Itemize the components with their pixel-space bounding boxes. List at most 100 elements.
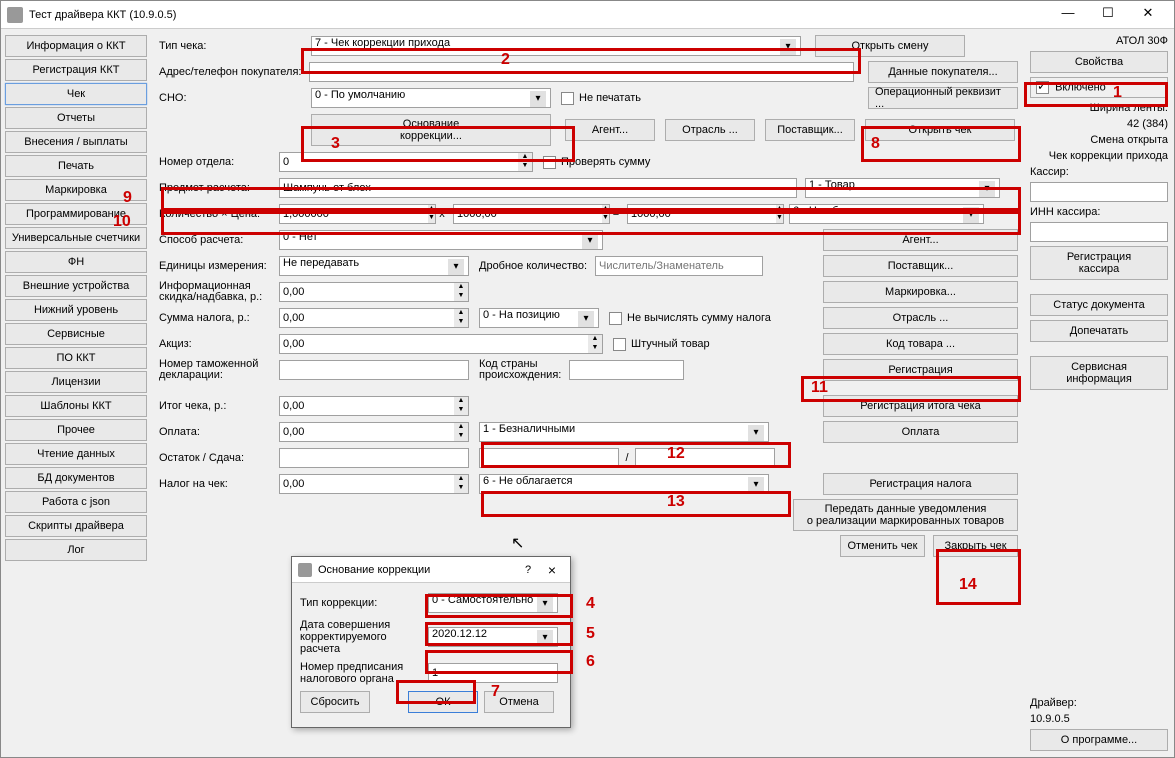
sidebar-item[interactable]: Шаблоны ККТ bbox=[5, 395, 147, 417]
tax-sum-type-select[interactable]: 0 - На позицию bbox=[479, 308, 599, 328]
industry-button[interactable]: Отрасль ... bbox=[665, 119, 755, 141]
check-tax-select[interactable]: 6 - Не облагается bbox=[479, 474, 769, 494]
dont-print-checkbox[interactable] bbox=[561, 92, 574, 105]
declaration-input[interactable] bbox=[279, 360, 469, 380]
label-total: Итог чека, р.: bbox=[159, 400, 277, 412]
address-input[interactable] bbox=[309, 62, 854, 82]
agent-button[interactable]: Агент... bbox=[565, 119, 655, 141]
sidebar-item-check[interactable]: Чек bbox=[5, 83, 147, 105]
register-cashier-button[interactable]: Регистрация кассира bbox=[1030, 246, 1168, 280]
sidebar-item[interactable]: Чтение данных bbox=[5, 443, 147, 465]
register-tax-button[interactable]: Регистрация налога bbox=[823, 473, 1018, 495]
change-input-1[interactable] bbox=[279, 448, 469, 468]
reprint-button[interactable]: Допечатать bbox=[1030, 320, 1168, 342]
doc-status-button[interactable]: Статус документа bbox=[1030, 294, 1168, 316]
total-input[interactable] bbox=[279, 396, 454, 416]
cancel-check-button[interactable]: Отменить чек bbox=[840, 535, 925, 557]
customer-data-button[interactable]: Данные покупателя... bbox=[868, 61, 1018, 83]
subject-input[interactable] bbox=[279, 178, 797, 198]
payment-button[interactable]: Оплата bbox=[823, 421, 1018, 443]
dialog-date-select[interactable]: 2020.12.12 bbox=[428, 627, 558, 647]
sidebar-item[interactable]: Сервисные bbox=[5, 323, 147, 345]
sidebar-item[interactable]: Внешние устройства bbox=[5, 275, 147, 297]
tax-sum-input[interactable] bbox=[279, 308, 454, 328]
enabled-checkbox[interactable] bbox=[1036, 81, 1049, 94]
excise-input[interactable] bbox=[279, 334, 588, 354]
piece-goods-checkbox[interactable] bbox=[613, 338, 626, 351]
check-sum-checkbox[interactable] bbox=[543, 156, 556, 169]
sidebar-item[interactable]: Скрипты драйвера bbox=[5, 515, 147, 537]
dialog-ok-button[interactable]: ОК bbox=[408, 691, 478, 713]
tax-select[interactable]: 6 - Не облагается bbox=[789, 204, 984, 224]
dont-print-label: Не печатать bbox=[579, 92, 641, 104]
sidebar-item[interactable]: Печать bbox=[5, 155, 147, 177]
about-button[interactable]: О программе... bbox=[1030, 729, 1168, 751]
correction-basis-button[interactable]: Основание коррекции... bbox=[311, 114, 551, 146]
driver-version: 10.9.0.5 bbox=[1030, 713, 1168, 725]
maximize-button[interactable]: ☐ bbox=[1088, 5, 1128, 25]
unit-select[interactable]: Не передавать bbox=[279, 256, 469, 276]
payment-input[interactable] bbox=[279, 422, 454, 442]
dialog-reset-button[interactable]: Сбросить bbox=[300, 691, 370, 713]
spin-up[interactable]: ▲ bbox=[518, 153, 532, 162]
payment-method-select[interactable]: 0 - Нет bbox=[279, 230, 603, 250]
right-panel: АТОЛ 30Ф Свойства Включено Ширина ленты:… bbox=[1024, 29, 1174, 757]
sidebar-item[interactable]: Лицензии bbox=[5, 371, 147, 393]
product-code-button[interactable]: Код товара ... bbox=[823, 333, 1018, 355]
check-tax-input[interactable] bbox=[279, 474, 454, 494]
spin-down[interactable]: ▼ bbox=[518, 162, 532, 171]
sidebar-item[interactable]: ПО ККТ bbox=[5, 347, 147, 369]
sum-input[interactable] bbox=[627, 204, 776, 224]
country-input[interactable] bbox=[569, 360, 684, 380]
service-info-button[interactable]: Сервисная информация bbox=[1030, 356, 1168, 390]
cashier-inn-input[interactable] bbox=[1030, 222, 1168, 242]
dialog-close-button[interactable]: × bbox=[540, 562, 564, 578]
sidebar-item[interactable]: Лог bbox=[5, 539, 147, 561]
sidebar-item[interactable]: Информация о ККТ bbox=[5, 35, 147, 57]
change-input-2[interactable] bbox=[479, 448, 619, 468]
price-input[interactable] bbox=[453, 204, 602, 224]
label-unit: Единицы измерения: bbox=[159, 260, 277, 272]
tip-cheka-select[interactable]: 7 - Чек коррекции прихода bbox=[311, 36, 801, 56]
register-total-button[interactable]: Регистрация итога чека bbox=[823, 395, 1018, 417]
supplier-button-2[interactable]: Поставщик... bbox=[823, 255, 1018, 277]
sidebar-item[interactable]: ФН bbox=[5, 251, 147, 273]
industry-button-2[interactable]: Отрасль ... bbox=[823, 307, 1018, 329]
qty-input[interactable] bbox=[279, 204, 428, 224]
sidebar-item[interactable]: БД документов bbox=[5, 467, 147, 489]
dont-calc-checkbox[interactable] bbox=[609, 312, 622, 325]
sidebar-item[interactable]: Внесения / выплаты bbox=[5, 131, 147, 153]
dialog-help-button[interactable]: ? bbox=[516, 564, 540, 576]
marking-button[interactable]: Маркировка... bbox=[823, 281, 1018, 303]
sidebar-item[interactable]: Отчеты bbox=[5, 107, 147, 129]
dialog-type-select[interactable]: 0 - Самостоятельно bbox=[428, 593, 558, 613]
window-title: Тест драйвера ККТ (10.9.0.5) bbox=[29, 9, 1048, 21]
open-shift-button[interactable]: Открыть смену bbox=[815, 35, 965, 57]
register-button[interactable]: Регистрация bbox=[823, 359, 1018, 381]
close-button[interactable]: ✕ bbox=[1128, 5, 1168, 25]
supplier-button[interactable]: Поставщик... bbox=[765, 119, 855, 141]
sidebar-item[interactable]: Регистрация ККТ bbox=[5, 59, 147, 81]
payment-type-select[interactable]: 1 - Безналичными bbox=[479, 422, 769, 442]
send-marking-button[interactable]: Передать данные уведомления о реализации… bbox=[793, 499, 1018, 531]
sidebar-item[interactable]: Работа с json bbox=[5, 491, 147, 513]
minimize-button[interactable]: — bbox=[1048, 5, 1088, 25]
agent-button-2[interactable]: Агент... bbox=[823, 229, 1018, 251]
properties-button[interactable]: Свойства bbox=[1030, 51, 1168, 73]
fractional-input[interactable] bbox=[595, 256, 763, 276]
dept-no-input[interactable] bbox=[279, 152, 518, 172]
close-check-button[interactable]: Закрыть чек bbox=[933, 535, 1018, 557]
subject-type-select[interactable]: 1 - Товар bbox=[805, 178, 1000, 198]
dialog-date-label: Дата совершения корректируемого расчета bbox=[300, 619, 428, 655]
cashier-input[interactable] bbox=[1030, 182, 1168, 202]
label-cashier: Кассир: bbox=[1030, 166, 1168, 178]
sidebar-item[interactable]: Прочее bbox=[5, 419, 147, 441]
change-input-3[interactable] bbox=[635, 448, 775, 468]
oper-rekv-button[interactable]: Операционный реквизит ... bbox=[868, 87, 1018, 109]
form-area: Тип чека: 7 - Чек коррекции прихода Откр… bbox=[151, 29, 1024, 757]
open-check-button[interactable]: Открыть чек bbox=[865, 119, 1015, 141]
sidebar-item[interactable]: Нижний уровень bbox=[5, 299, 147, 321]
discount-input[interactable] bbox=[279, 282, 454, 302]
sno-select[interactable]: 0 - По умолчанию bbox=[311, 88, 551, 108]
dialog-order-input[interactable] bbox=[428, 663, 558, 683]
